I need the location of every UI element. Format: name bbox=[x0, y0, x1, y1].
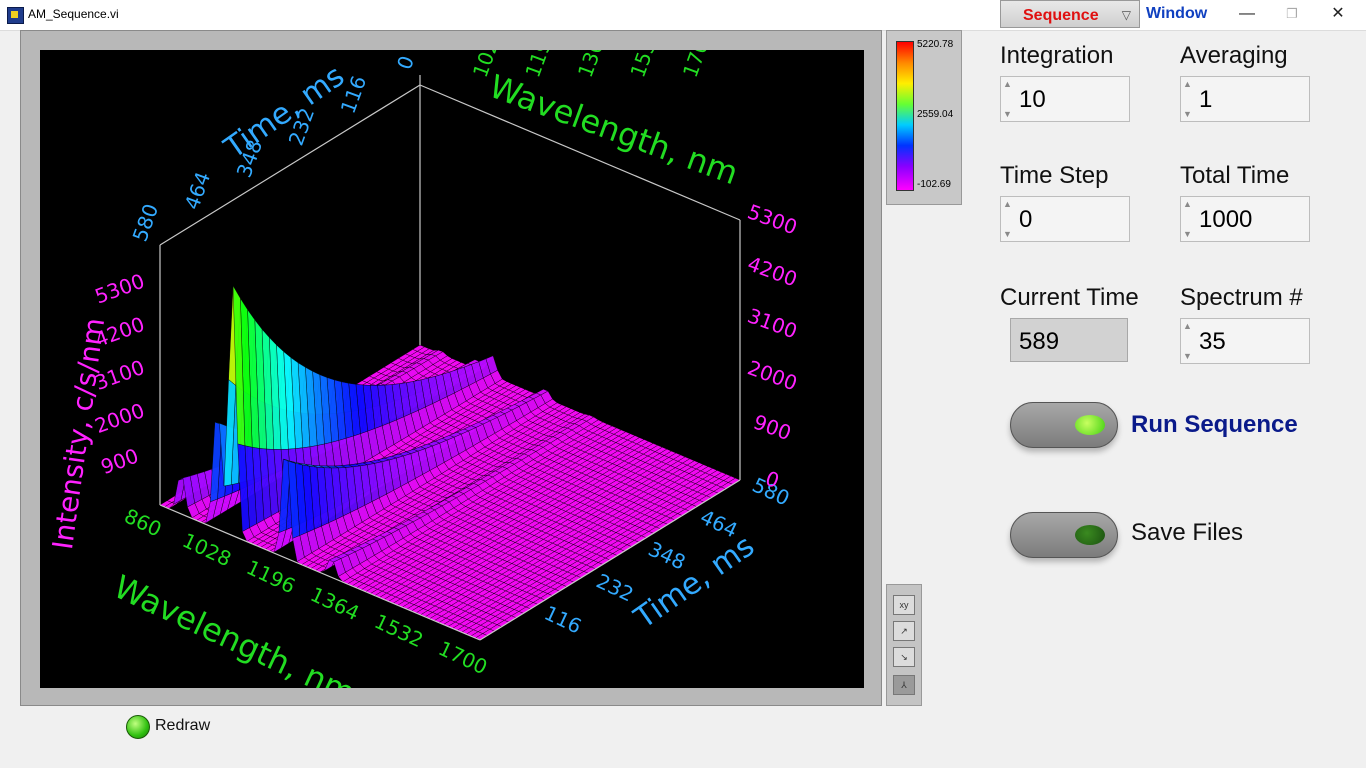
time-step-control[interactable]: ▲ ▼ 0 bbox=[1000, 196, 1130, 242]
time-step-label: Time Step bbox=[1000, 162, 1109, 189]
x-tick-label-top: 1196 bbox=[520, 50, 560, 81]
y-tick-label-top: 0 bbox=[392, 53, 419, 73]
x-axis-title-top: Wavelength, nm bbox=[484, 67, 743, 192]
axes-icon[interactable]: ⅄ bbox=[893, 675, 915, 695]
x-tick-label: 1364 bbox=[307, 582, 363, 625]
time-step-value[interactable]: 0 bbox=[1019, 206, 1032, 234]
chevron-down-icon: ▽ bbox=[1121, 8, 1131, 22]
time-step-spinner[interactable]: ▲ ▼ bbox=[1001, 197, 1015, 241]
increment-icon[interactable]: ▲ bbox=[1183, 79, 1192, 89]
total-time-spinner[interactable]: ▲ ▼ bbox=[1181, 197, 1195, 241]
x-tick-label-top: 1700 bbox=[678, 50, 718, 81]
y-tick-label-top: 464 bbox=[180, 169, 216, 213]
x-tick-label: 1196 bbox=[243, 555, 299, 598]
menu-bar: Sequence ▽ Window bbox=[1000, 0, 1213, 28]
y-tick-label: 232 bbox=[593, 569, 638, 607]
averaging-label: Averaging bbox=[1180, 42, 1288, 69]
total-time-label: Total Time bbox=[1180, 162, 1290, 189]
spectrum-spinner[interactable]: ▲ ▼ bbox=[1181, 319, 1195, 363]
z-tick-label: 2000 bbox=[92, 398, 148, 438]
menu-window[interactable]: Window bbox=[1140, 0, 1213, 28]
redraw-label: Redraw bbox=[155, 717, 211, 734]
minimize-button[interactable]: — bbox=[1232, 4, 1262, 24]
z-tick-label: 5300 bbox=[92, 269, 148, 309]
x-tick-label-top: 1364 bbox=[573, 50, 613, 81]
z-tick-label: 4200 bbox=[744, 251, 800, 291]
current-time-indicator: 589 bbox=[1010, 318, 1128, 362]
averaging-spinner[interactable]: ▲ ▼ bbox=[1181, 77, 1195, 121]
decrement-icon[interactable]: ▼ bbox=[1003, 109, 1012, 119]
menu-sequence-label: Sequence bbox=[1023, 7, 1099, 24]
close-button[interactable]: ✕ bbox=[1323, 4, 1353, 24]
integration-spinner[interactable]: ▲ ▼ bbox=[1001, 77, 1015, 121]
integration-control[interactable]: ▲ ▼ 10 bbox=[1000, 76, 1130, 122]
z-tick-label: 3100 bbox=[744, 303, 800, 343]
x-tick-label: 1700 bbox=[435, 636, 491, 679]
averaging-value[interactable]: 1 bbox=[1199, 86, 1212, 114]
current-time-value: 589 bbox=[1019, 328, 1060, 355]
color-ramp bbox=[896, 41, 914, 191]
z-tick-label: 2000 bbox=[744, 355, 800, 395]
run-sequence-led-icon bbox=[1075, 415, 1105, 435]
labview-app-icon bbox=[7, 7, 24, 24]
y-axis-title-top: Time, ms bbox=[217, 58, 350, 166]
current-time-label: Current Time bbox=[1000, 284, 1139, 311]
increment-icon[interactable]: ▲ bbox=[1003, 199, 1012, 209]
menu-sequence[interactable]: Sequence ▽ bbox=[1000, 0, 1140, 28]
color-scale-max: 5220.78 bbox=[917, 39, 954, 50]
spectrum-label: Spectrum # bbox=[1180, 284, 1303, 311]
rotate-icon[interactable]: ↗ bbox=[893, 621, 915, 641]
y-axis-title: Time, ms bbox=[627, 528, 760, 636]
save-files-label: Save Files bbox=[1131, 519, 1244, 546]
decrement-icon[interactable]: ▼ bbox=[1183, 229, 1192, 239]
color-scale-legend: 5220.78 2559.04 -102.69 bbox=[886, 30, 962, 205]
y-tick-label-top: 580 bbox=[128, 201, 164, 245]
decrement-icon[interactable]: ▼ bbox=[1003, 229, 1012, 239]
run-sequence-button[interactable] bbox=[1010, 402, 1118, 448]
increment-icon[interactable]: ▲ bbox=[1003, 79, 1012, 89]
surface-plot-svg: 8601028119613641532170011623234846458090… bbox=[46, 50, 800, 688]
x-tick-label: 860 bbox=[121, 504, 166, 542]
maximize-button[interactable]: ❐ bbox=[1277, 4, 1307, 24]
integration-label: Integration bbox=[1000, 42, 1114, 69]
surface-group bbox=[159, 285, 741, 641]
save-files-led-icon bbox=[1075, 525, 1105, 545]
graph-tool-palette: xy ↗ ↘ ⅄ bbox=[886, 584, 922, 706]
save-files-button[interactable] bbox=[1010, 512, 1118, 558]
color-scale-min: -102.69 bbox=[917, 179, 951, 190]
y-tick-label: 116 bbox=[541, 601, 586, 639]
title-bar: AM_Sequence.vi Sequence ▽ Window — ❐ ✕ bbox=[0, 0, 1366, 31]
run-sequence-label: Run Sequence bbox=[1131, 411, 1298, 438]
increment-icon[interactable]: ▲ bbox=[1183, 199, 1192, 209]
integration-value[interactable]: 10 bbox=[1019, 86, 1046, 114]
decrement-icon[interactable]: ▼ bbox=[1183, 351, 1192, 361]
total-time-value[interactable]: 1000 bbox=[1199, 206, 1252, 234]
xy-zoom-icon[interactable]: xy bbox=[893, 595, 915, 615]
z-tick-label: 900 bbox=[750, 410, 794, 446]
x-tick-label-top: 1532 bbox=[625, 50, 665, 81]
x-tick-label: 1532 bbox=[371, 609, 427, 652]
spectrum-value[interactable]: 35 bbox=[1199, 328, 1226, 356]
3d-surface-graph[interactable]: 860 1028 1196 1364 1532 1700 116 232 348 464 580 90… bbox=[40, 50, 864, 688]
color-scale-mid: 2559.04 bbox=[917, 109, 954, 120]
total-time-control[interactable]: ▲ ▼ 1000 bbox=[1180, 196, 1310, 242]
redraw-led-icon[interactable] bbox=[126, 715, 150, 739]
averaging-control[interactable]: ▲ ▼ 1 bbox=[1180, 76, 1310, 122]
pan-icon[interactable]: ↘ bbox=[893, 647, 915, 667]
window-title: AM_Sequence.vi bbox=[28, 7, 119, 21]
x-tick-label: 1028 bbox=[179, 528, 235, 571]
increment-icon[interactable]: ▲ bbox=[1183, 321, 1192, 331]
z-tick-label: 900 bbox=[98, 443, 142, 479]
z-tick-label: 5300 bbox=[744, 199, 800, 239]
decrement-icon[interactable]: ▼ bbox=[1183, 109, 1192, 119]
spectrum-control[interactable]: ▲ ▼ 35 bbox=[1180, 318, 1310, 364]
